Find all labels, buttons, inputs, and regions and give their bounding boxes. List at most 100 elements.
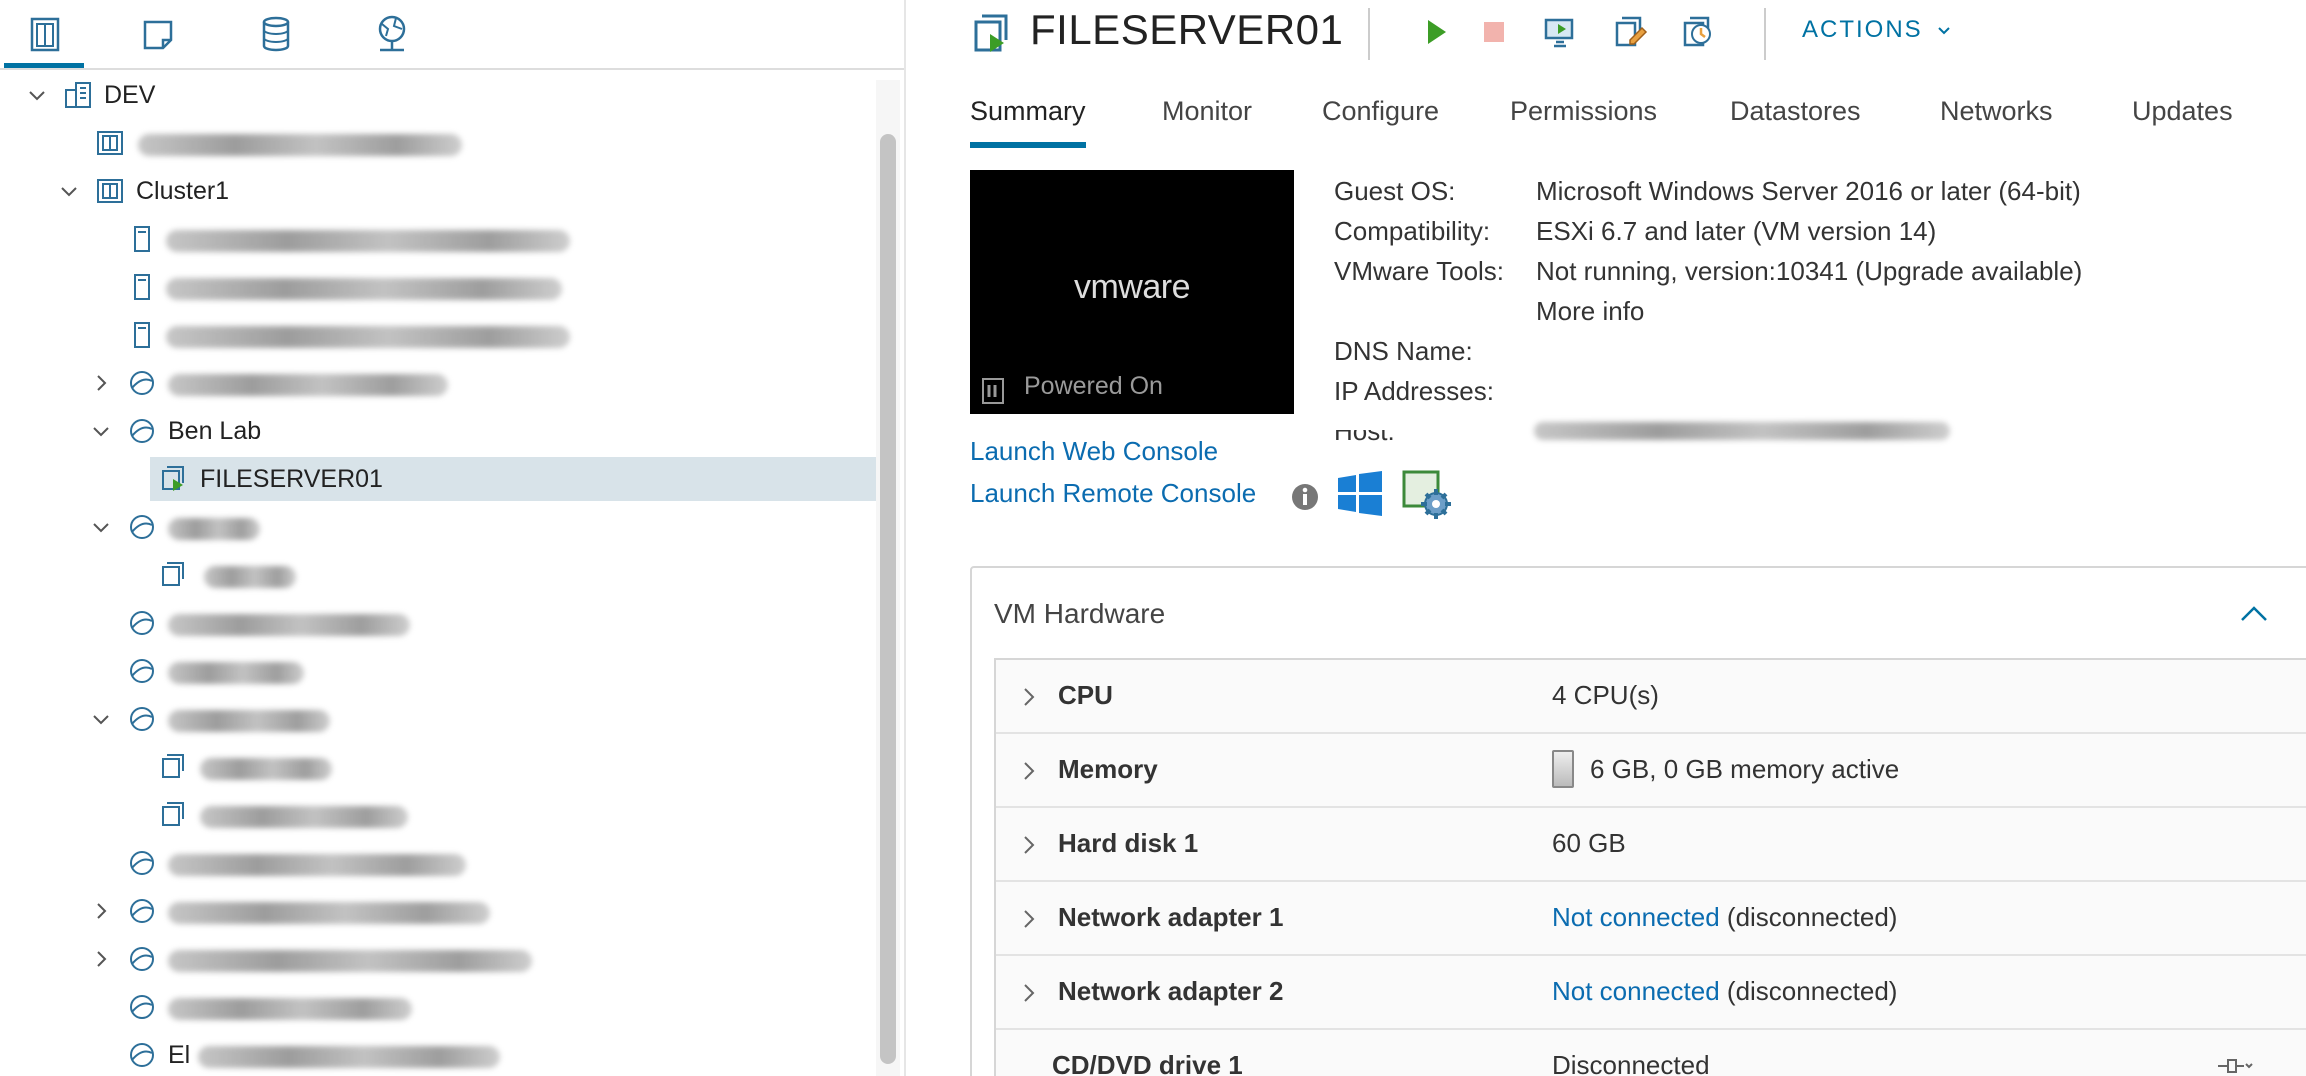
- chevron-down-icon[interactable]: [88, 418, 114, 444]
- redacted-label: [168, 854, 466, 876]
- redacted-label: [166, 278, 562, 300]
- tree-row-pool-redacted[interactable]: [0, 360, 876, 406]
- hardware-row-cd-dvd[interactable]: CD/DVD drive 1 Disconnected: [996, 1030, 2306, 1076]
- connect-device-icon[interactable]: [2214, 1052, 2254, 1076]
- powered-on-icon: [982, 378, 1004, 404]
- tab-permissions[interactable]: Permissions: [1510, 86, 1657, 148]
- network-status: (disconnected): [1726, 976, 1898, 1006]
- tree-row-pool-redacted[interactable]: [0, 648, 876, 694]
- tree-label-fileserver01: FILESERVER01: [200, 465, 383, 493]
- tree-row-pool-partial[interactable]: El: [0, 1032, 876, 1076]
- migrate-icon: [1615, 16, 1648, 47]
- chevron-right-icon[interactable]: [1016, 758, 1042, 784]
- chevron-right-icon[interactable]: [1016, 980, 1042, 1006]
- chevron-right-icon[interactable]: [88, 370, 114, 396]
- ip-addresses-label: IP Addresses:: [1334, 376, 1494, 406]
- chevron-up-icon[interactable]: [2234, 594, 2274, 634]
- more-info-link[interactable]: More info: [1536, 296, 1644, 327]
- hardware-row-memory[interactable]: Memory 6 GB, 0 GB memory active: [996, 734, 2306, 808]
- tree-row-pool-redacted[interactable]: [0, 936, 876, 982]
- tree-row-pool-redacted[interactable]: [0, 504, 876, 550]
- chevron-right-icon[interactable]: [88, 898, 114, 924]
- resource-pool-icon: [126, 943, 158, 975]
- tree-row-fileserver01[interactable]: FILESERVER01: [0, 456, 876, 502]
- tree-label-cluster1: Cluster1: [136, 177, 230, 205]
- hardware-value: 60 GB: [1552, 828, 1626, 858]
- host-icon: [126, 319, 158, 351]
- chevron-down-icon[interactable]: [24, 82, 50, 108]
- guest-os-label: Guest OS:: [1334, 176, 1456, 206]
- hardware-name: Memory: [1058, 754, 1158, 784]
- tree-row-host-redacted[interactable]: [0, 312, 876, 358]
- hardware-row-cpu[interactable]: CPU 4 CPU(s): [996, 660, 2306, 734]
- hosts-clusters-tab[interactable]: [4, 0, 84, 68]
- tab-summary[interactable]: Summary: [970, 86, 1086, 148]
- hardware-name: Network adapter 2: [1058, 976, 1284, 1006]
- migrate-button[interactable]: [1608, 10, 1652, 54]
- network-link[interactable]: Not connected: [1552, 902, 1720, 932]
- chevron-right-icon[interactable]: [1016, 832, 1042, 858]
- chevron-down-icon[interactable]: [56, 178, 82, 204]
- redacted-label: [200, 758, 332, 780]
- tab-configure[interactable]: Configure: [1322, 86, 1439, 148]
- page-title: FILESERVER01: [1030, 6, 1344, 53]
- tree-row-vm-redacted[interactable]: [0, 552, 876, 598]
- tab-updates[interactable]: Updates: [2132, 86, 2233, 148]
- tree-label-datacenter: DEV: [104, 81, 156, 109]
- tree-row-cluster1[interactable]: Cluster1: [0, 168, 876, 214]
- tree-row-pool-redacted[interactable]: [0, 600, 876, 646]
- tree-row-pool-redacted[interactable]: [0, 984, 876, 1030]
- storage-tab[interactable]: [236, 0, 316, 68]
- hardware-row-network-adapter-1[interactable]: Network adapter 1 Not connected (disconn…: [996, 882, 2306, 956]
- chevron-right-icon[interactable]: [88, 946, 114, 972]
- power-off-button[interactable]: [1472, 10, 1516, 54]
- vms-templates-tab[interactable]: [118, 0, 198, 68]
- tree-row-vm-redacted[interactable]: [0, 792, 876, 838]
- host-icon: [126, 223, 158, 255]
- launch-console-button[interactable]: [1538, 10, 1582, 54]
- tab-networks[interactable]: Networks: [1940, 86, 2053, 148]
- hardware-row-network-adapter-2[interactable]: Network adapter 2 Not connected (disconn…: [996, 956, 2306, 1030]
- tab-monitor[interactable]: Monitor: [1162, 86, 1252, 148]
- chevron-down-icon[interactable]: [88, 706, 114, 732]
- tree-row-host-redacted[interactable]: [0, 216, 876, 262]
- vm-hardware-table: CPU 4 CPU(s) Memory 6 GB, 0 GB memory ac…: [994, 658, 2306, 1076]
- tree-row-pool-redacted[interactable]: [0, 888, 876, 934]
- redacted-label: [168, 614, 410, 636]
- tree-row-ben-lab[interactable]: Ben Lab: [0, 408, 876, 454]
- snapshot-button[interactable]: [1676, 10, 1720, 54]
- tree-label-ben-lab: Ben Lab: [168, 417, 262, 445]
- console-thumbnail[interactable]: vmware Powered On: [970, 170, 1294, 414]
- tree-row-datacenter[interactable]: DEV: [0, 72, 876, 118]
- chevron-right-icon[interactable]: [1016, 684, 1042, 710]
- chevron-down-icon[interactable]: [88, 514, 114, 540]
- tab-datastores[interactable]: Datastores: [1730, 86, 1861, 148]
- tree-row-pool-redacted[interactable]: [0, 840, 876, 886]
- chevron-right-icon[interactable]: [1016, 906, 1042, 932]
- tree-row-pool-redacted[interactable]: [0, 696, 876, 742]
- tree-row-vm-redacted[interactable]: [0, 744, 876, 790]
- resource-pool-icon: [126, 655, 158, 687]
- tree-row-cluster-redacted[interactable]: [0, 120, 876, 166]
- network-link[interactable]: Not connected: [1552, 976, 1720, 1006]
- hardware-row-hard-disk[interactable]: Hard disk 1 60 GB: [996, 808, 2306, 882]
- redacted-label: [168, 518, 260, 540]
- networking-tab[interactable]: [352, 0, 432, 68]
- network-status: (disconnected): [1726, 902, 1898, 932]
- memory-usage-bar: [1552, 750, 1574, 788]
- launch-remote-console-link[interactable]: Launch Remote Console: [970, 478, 1256, 509]
- hardware-value: Not connected (disconnected): [1552, 902, 1897, 933]
- actions-menu-button[interactable]: ACTIONS: [1802, 16, 1951, 44]
- launch-web-console-link[interactable]: Launch Web Console: [970, 436, 1218, 467]
- power-on-button[interactable]: [1414, 10, 1458, 54]
- vm-icon: [158, 799, 190, 831]
- toolbar-divider: [1764, 8, 1766, 60]
- hardware-name: Network adapter 1: [1058, 902, 1284, 932]
- tree-row-host-redacted[interactable]: [0, 264, 876, 310]
- resource-pool-icon: [126, 703, 158, 735]
- redacted-label: [168, 662, 304, 684]
- info-icon[interactable]: [1290, 482, 1320, 512]
- redacted-label: [168, 902, 490, 924]
- tree-scrollbar[interactable]: [880, 134, 896, 1064]
- vmware-tools-icon: [1402, 470, 1451, 519]
